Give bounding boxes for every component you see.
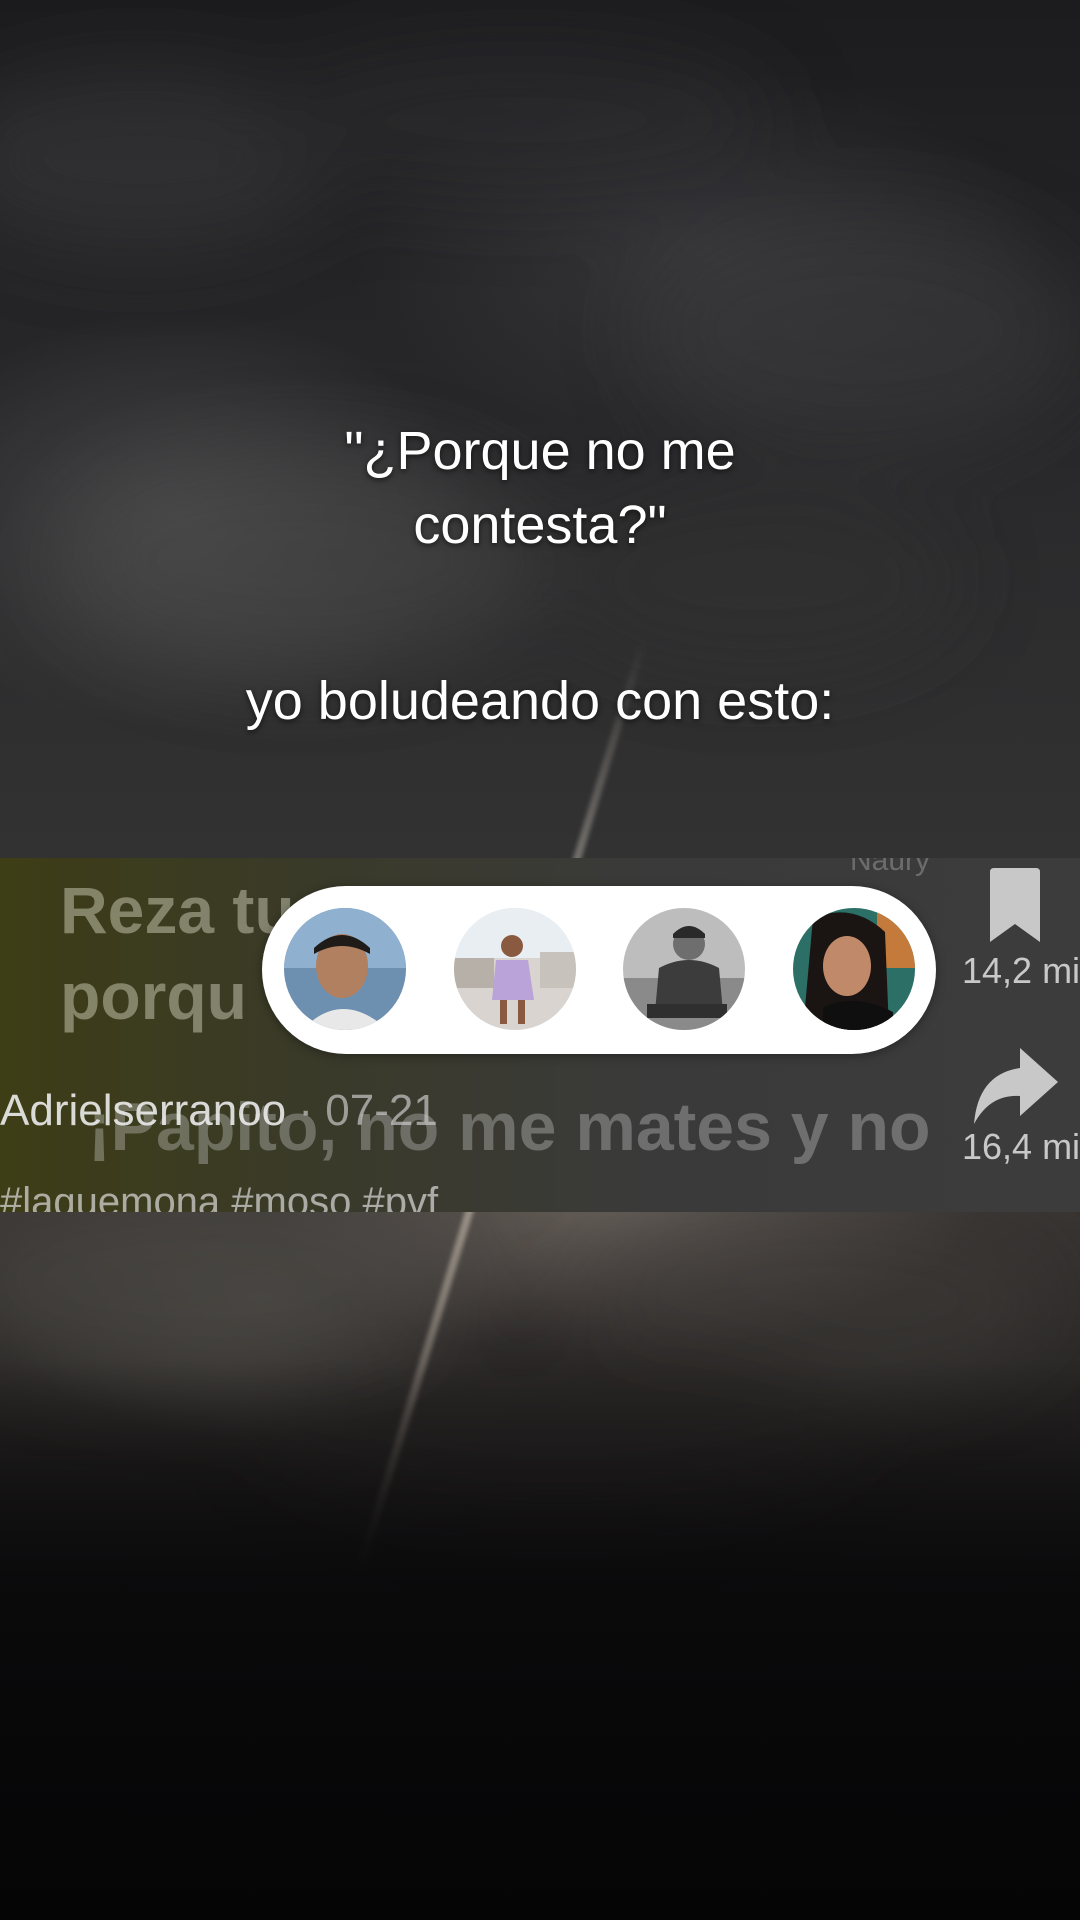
bookmark-count: 14,2 mi bbox=[962, 950, 1080, 991]
author-username[interactable]: Adrielserranoo bbox=[0, 1086, 286, 1135]
overlay-quote-line1: "¿Porque no me bbox=[344, 421, 736, 481]
dark-horizon bbox=[0, 1360, 1080, 1920]
overlay-caption: yo boludeando con esto: bbox=[245, 671, 835, 731]
avatar[interactable] bbox=[793, 908, 915, 1030]
embedded-post-screenshot: Naury Reza tu porqu ¡Papito, no me mates… bbox=[0, 858, 1080, 1212]
share-arrow-icon[interactable] bbox=[972, 1048, 1058, 1124]
avatar[interactable] bbox=[623, 908, 745, 1030]
bookmark-action[interactable]: 14,2 mi bbox=[950, 868, 1080, 992]
video-screen[interactable]: "¿Porque no me contesta?" yo boludeando … bbox=[0, 0, 1080, 1920]
avatar[interactable] bbox=[454, 908, 576, 1030]
overlay-quote: "¿Porque no me contesta?" bbox=[0, 414, 1080, 562]
embedded-background-line2: porqu bbox=[60, 959, 247, 1033]
post-date: · 07-21 bbox=[298, 1086, 438, 1135]
bookmark-icon[interactable] bbox=[982, 868, 1048, 944]
profile-avatars-pill[interactable] bbox=[262, 886, 936, 1054]
share-count: 16,4 mi bbox=[962, 1126, 1080, 1167]
share-action[interactable]: 16,4 mi bbox=[950, 1048, 1080, 1168]
post-hashtags[interactable]: #laquemona #moso #pvf bbox=[0, 1180, 438, 1212]
embedded-background-line1: Reza tu bbox=[60, 873, 295, 947]
embedded-faint-text: Naury bbox=[849, 858, 930, 877]
overlay-quote-line2: contesta?" bbox=[413, 495, 667, 555]
avatar[interactable] bbox=[284, 908, 406, 1030]
embedded-author-row: Adrielserranoo · 07-21 bbox=[0, 1086, 438, 1136]
